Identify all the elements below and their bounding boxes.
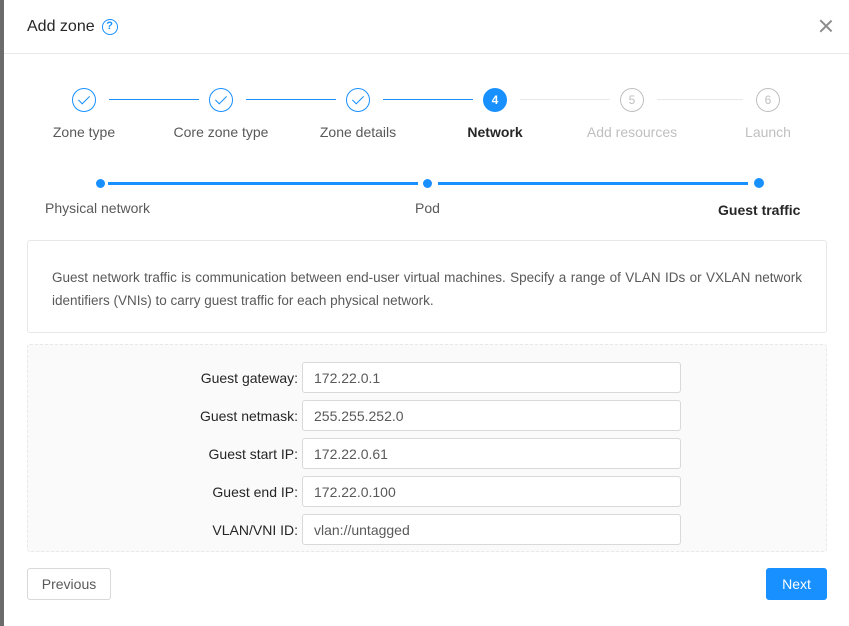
step-2-label: Core zone type: [173, 124, 269, 140]
substep-dot: [96, 179, 105, 188]
previous-button[interactable]: Previous: [27, 568, 111, 600]
modal-title-text: Add zone: [27, 18, 95, 35]
step-connector: [246, 99, 336, 100]
step-2-check-icon: [209, 88, 233, 112]
step-5-number: 5: [620, 88, 644, 112]
step-1-label: Zone type: [52, 124, 116, 140]
modal-title: Add zone ?: [27, 17, 118, 37]
guest-gateway-label: Guest gateway:: [200, 370, 298, 386]
form-row-guest-end-ip: Guest end IP:: [28, 476, 828, 508]
info-text: Guest network traffic is communication b…: [52, 270, 802, 308]
vlan-vni-id-input[interactable]: [302, 514, 681, 545]
guest-start-ip-label: Guest start IP:: [208, 446, 298, 462]
guest-start-ip-input[interactable]: [302, 438, 681, 469]
network-substeps: Physical network Pod Guest traffic: [4, 176, 849, 218]
step-4-number: 4: [483, 88, 507, 112]
step-1-check-icon: [72, 88, 96, 112]
substep-dot: [754, 178, 764, 188]
modal-header: Add zone ?: [4, 0, 849, 54]
step-5-label: Add resources: [586, 124, 678, 140]
step-connector: [109, 99, 199, 100]
guest-gateway-input[interactable]: [302, 362, 681, 393]
form-row-vlan-vni-id: VLAN/VNI ID:: [28, 514, 828, 546]
step-6-label: Launch: [745, 124, 791, 140]
form-row-guest-start-ip: Guest start IP:: [28, 438, 828, 470]
step-4-label: Network: [467, 124, 523, 140]
guest-netmask-input[interactable]: [302, 400, 681, 431]
guest-end-ip-label: Guest end IP:: [212, 484, 298, 500]
step-3-label: Zone details: [319, 124, 397, 140]
wizard-steps: Zone type Core zone type Zone details 4 …: [4, 86, 849, 146]
close-icon[interactable]: [817, 17, 835, 35]
form-row-guest-gateway: Guest gateway:: [28, 362, 828, 394]
substep-connector: [438, 182, 748, 185]
step-connector: [657, 99, 743, 100]
info-box: Guest network traffic is communication b…: [27, 240, 827, 333]
form-row-guest-netmask: Guest netmask:: [28, 400, 828, 432]
substep-physical-network: Physical network: [45, 200, 151, 216]
substep-guest-traffic: Guest traffic: [718, 202, 801, 218]
next-button[interactable]: Next: [766, 568, 827, 600]
guest-netmask-label: Guest netmask:: [199, 408, 298, 424]
guest-end-ip-input[interactable]: [302, 476, 681, 507]
substep-dot: [423, 179, 432, 188]
substep-connector: [108, 182, 418, 185]
question-circle-icon[interactable]: ?: [101, 19, 118, 35]
guest-traffic-form: Guest gateway: Guest netmask: Guest star…: [27, 344, 827, 552]
add-zone-modal: Add zone ? Zone type Core zone type Zone…: [4, 0, 849, 626]
step-3-check-icon: [346, 88, 370, 112]
vlan-vni-id-label: VLAN/VNI ID:: [212, 522, 298, 538]
substep-pod: Pod: [415, 200, 440, 216]
step-connector: [383, 99, 473, 100]
step-6-number: 6: [756, 88, 780, 112]
step-connector: [520, 99, 610, 100]
